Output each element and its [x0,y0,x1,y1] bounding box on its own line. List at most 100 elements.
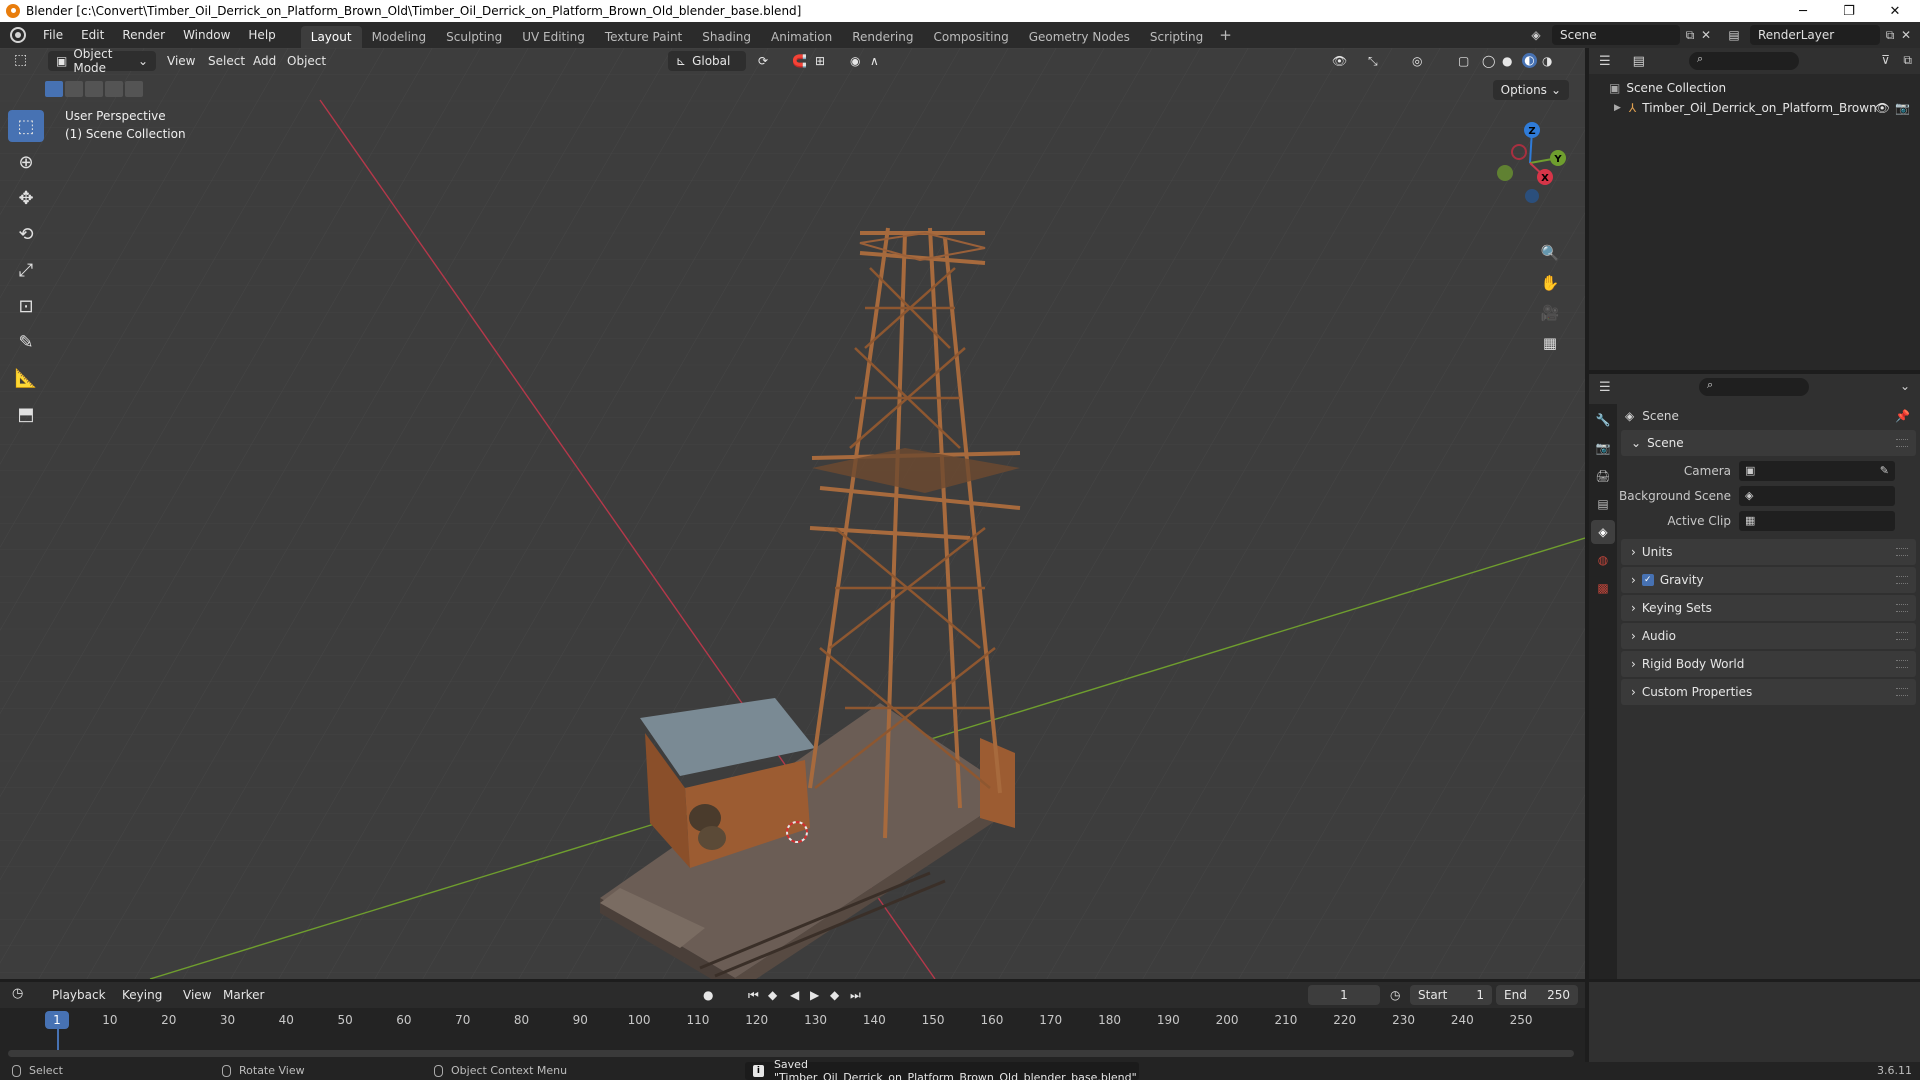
outliner-editor-icon[interactable]: ☰ [1599,54,1611,69]
snap-icon[interactable]: 🧲 [792,54,807,68]
display-mode-icon[interactable]: ▤ [1633,54,1645,69]
zoom-icon[interactable]: 🔍 [1538,241,1562,265]
render-properties-tab-icon[interactable]: 📷 [1591,436,1615,460]
select-box-tool-icon[interactable]: ⬚ [8,110,44,142]
preview-range-icon[interactable]: ◷ [1390,988,1400,1002]
output-properties-tab-icon[interactable]: 🖨 [1591,464,1615,488]
object-mode-dropdown[interactable]: ▣ Object Mode ⌄ [48,48,156,75]
menu-playback[interactable]: Playback [52,988,106,1002]
outliner-search-input[interactable]: ⌕ [1689,52,1799,70]
maximize-button[interactable]: ❐ [1826,0,1872,22]
tab-geometry-nodes[interactable]: Geometry Nodes [1019,26,1140,48]
tab-layout[interactable]: Layout [300,26,362,48]
camera-field[interactable]: ▣ ✎ [1739,460,1895,481]
new-view-layer-icon[interactable]: ⧉ [1882,27,1898,43]
transform-tool-icon[interactable]: ⊡ [8,290,44,322]
render-camera-icon[interactable]: 📷 [1895,101,1910,115]
jump-start-icon[interactable]: ⏮ [748,988,759,1003]
wireframe-shading-icon[interactable]: ◯ [1482,54,1495,68]
select-new-icon[interactable] [45,81,63,97]
chevron-down-icon[interactable]: ⌄ [1900,379,1910,393]
properties-panel[interactable]: ☰ ⌕ ⌄ 🔧 📷 🖨 ▤ ◈ ◍ ▩ ◈ Scene 📌 ⌄ Scene Ca… [1589,374,1920,979]
navigation-gizmo[interactable]: Z Y X 🔍 ✋ 🎥 ▦ [1475,108,1585,358]
camera-view-icon[interactable]: 🎥 [1538,301,1562,325]
solid-shading-icon[interactable]: ● [1502,54,1512,68]
menu-help[interactable]: Help [239,28,284,42]
snap-target-icon[interactable]: ⊞ [815,54,825,68]
cursor-tool-icon[interactable]: ⊕ [8,146,44,178]
ortho-toggle-icon[interactable]: ▦ [1538,331,1562,355]
view-layer-icon[interactable]: ▤ [1726,27,1742,43]
expand-arrow-icon[interactable]: ▶ [1614,103,1621,113]
menu-add[interactable]: Add [253,54,276,68]
filter-icon[interactable]: ⊽ [1881,53,1890,67]
overlay-icon[interactable]: ◎ [1412,54,1422,68]
tool-properties-tab-icon[interactable]: 🔧 [1591,408,1615,432]
panel-keying-sets-header[interactable]: › Keying Sets [1621,595,1916,621]
jump-keyframe-back-icon[interactable]: ◆ [768,988,777,1002]
active-clip-field[interactable]: ▦ [1739,510,1895,531]
tab-animation[interactable]: Animation [761,26,842,48]
add-workspace-button[interactable]: + [1213,26,1238,44]
eyedropper-icon[interactable]: ✎ [1880,464,1889,477]
panel-grip-icon[interactable] [1896,632,1908,640]
panel-gravity-header[interactable]: › ✓ Gravity [1621,567,1916,593]
minimize-button[interactable]: ─ [1780,0,1826,22]
background-scene-field[interactable]: ◈ [1739,485,1895,506]
panel-grip-icon[interactable] [1896,439,1908,447]
visibility-icon[interactable]: 👁 [1332,54,1347,68]
select-intersect-icon[interactable] [125,81,143,97]
start-frame-field[interactable]: Start 1 [1410,985,1492,1005]
menu-file[interactable]: File [34,28,72,42]
current-frame-field[interactable]: 1 [1308,985,1380,1005]
auto-keying-icon[interactable]: ● [703,988,713,1002]
panel-grip-icon[interactable] [1896,548,1908,556]
options-dropdown[interactable]: Options ⌄ [1492,80,1569,100]
pan-hand-icon[interactable]: ✋ [1538,271,1562,295]
frame-ruler[interactable]: 1 10 20 30 40 50 60 70 80 90 100 110 120 130 140 150 160… [0,1008,1585,1030]
menu-object[interactable]: Object [287,54,326,68]
blender-logo-icon[interactable] [10,27,26,43]
tab-compositing[interactable]: Compositing [923,26,1018,48]
material-shading-icon[interactable]: ◐ [1522,53,1537,68]
view-layer-tab-icon[interactable]: ▤ [1591,492,1615,516]
panel-grip-icon[interactable] [1896,604,1908,612]
panel-rigid-body-world-header[interactable]: › Rigid Body World [1621,651,1916,677]
scene-selector-icon[interactable]: ◈ [1528,27,1544,43]
measure-tool-icon[interactable]: 📐 [8,362,44,394]
panel-scene-header[interactable]: ⌄ Scene [1621,430,1916,456]
timeline-editor[interactable]: ◷ Playback Keying View Marker ● ⏮ ◆ ◀ ▶ … [0,982,1585,1062]
panel-grip-icon[interactable] [1896,688,1908,696]
select-invert-icon[interactable] [105,81,123,97]
close-button[interactable]: ✕ [1872,0,1918,22]
menu-view[interactable]: View [167,54,195,68]
falloff-icon[interactable]: ∧ [870,54,879,68]
view-layer-field[interactable]: RenderLayer [1750,25,1880,45]
properties-search-input[interactable]: ⌕ [1699,378,1809,396]
proportional-edit-icon[interactable]: ◉ [850,54,860,68]
outliner-scene-collection-row[interactable]: ▣ Scene Collection [1589,78,1920,98]
menu-marker[interactable]: Marker [223,988,264,1002]
3d-viewport[interactable]: ⬚ ▣ Object Mode ⌄ View Select Add Object… [0,48,1585,979]
scale-tool-icon[interactable]: ⤢ [8,254,44,286]
tab-sculpting[interactable]: Sculpting [436,26,512,48]
timeline-editor-icon[interactable]: ◷ [12,986,23,1001]
jump-end-icon[interactable]: ⏭ [850,988,861,1003]
menu-window[interactable]: Window [174,28,239,42]
properties-editor-icon[interactable]: ☰ [1599,380,1611,395]
rotate-tool-icon[interactable]: ⟲ [8,218,44,250]
annotate-tool-icon[interactable]: ✎ [8,326,44,358]
pivot-point-icon[interactable]: ⟳ [758,54,768,68]
tab-texture-paint[interactable]: Texture Paint [595,26,692,48]
delete-view-layer-icon[interactable]: ✕ [1898,27,1914,43]
outliner-panel[interactable]: ☰ ▤ ⌕ ⊽ ⧉ ▣ Scene Collection ▶ ⅄ Timber_… [1589,48,1920,370]
eye-visibility-icon[interactable]: 👁 [1875,101,1890,115]
tab-scripting[interactable]: Scripting [1140,26,1213,48]
delete-scene-icon[interactable]: ✕ [1698,27,1714,43]
editor-type-icon[interactable]: ⬚ [14,52,27,68]
panel-grip-icon[interactable] [1896,660,1908,668]
saved-report-message[interactable]: i Saved "Timber_Oil_Derrick_on_Platform_B… [745,1058,1139,1080]
move-tool-icon[interactable]: ✥ [8,182,44,214]
timeline-scrollbar[interactable] [8,1050,1574,1057]
menu-render[interactable]: Render [113,28,174,42]
